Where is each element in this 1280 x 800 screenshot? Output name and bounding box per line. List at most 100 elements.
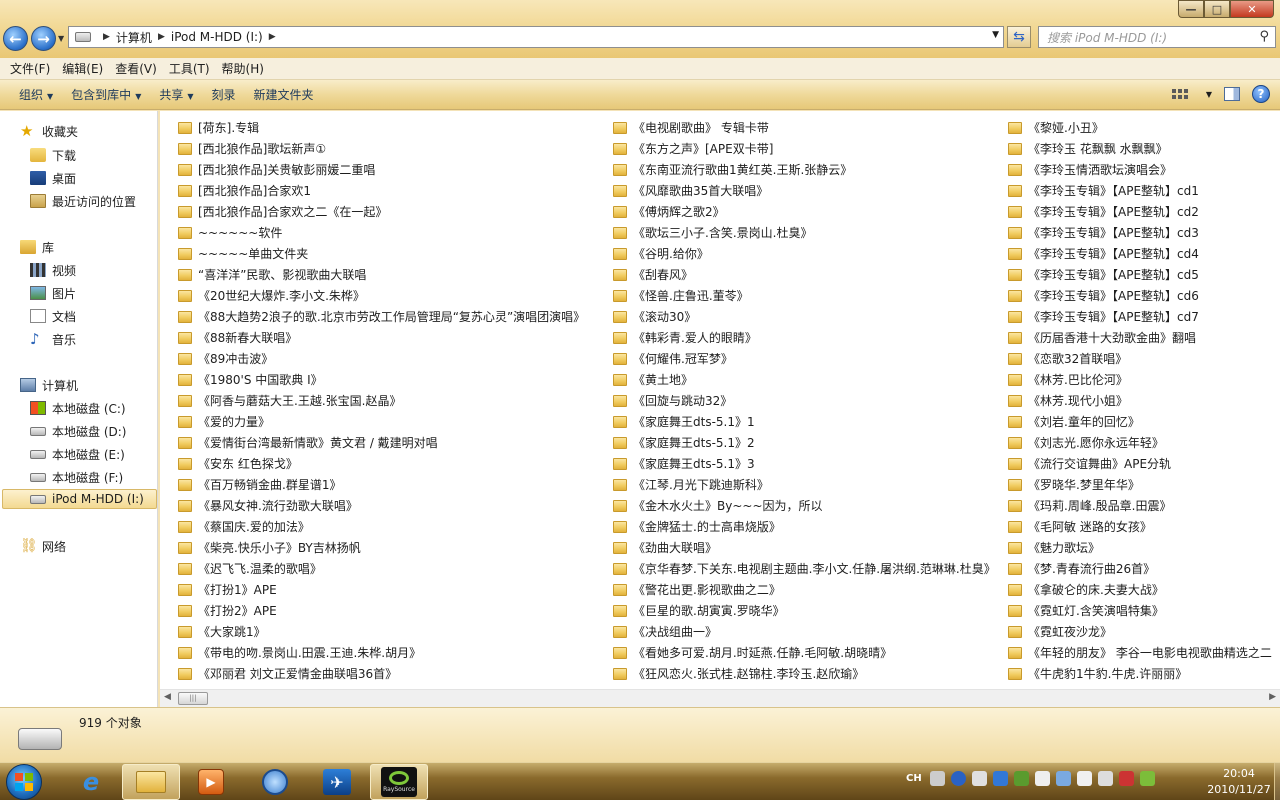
folder-item[interactable]: ~~~~~~软件 xyxy=(178,222,608,243)
pen-icon[interactable] xyxy=(971,771,987,786)
folder-item[interactable]: 《爱的力量》 xyxy=(178,411,608,432)
folder-item[interactable]: 《阿香与蘑菇大王.王越.张宝国.赵晶》 xyxy=(178,390,608,411)
change-view-icon[interactable] xyxy=(1171,85,1194,103)
folder-item[interactable]: 《李玲玉专辑》【APE整轨】cd1 xyxy=(1008,180,1280,201)
menu-help[interactable]: 帮助(H) xyxy=(216,60,270,77)
horizontal-scrollbar[interactable]: ◀ ||| ▶ xyxy=(160,689,1280,707)
breadcrumb-chevron-icon[interactable]: ▶ xyxy=(158,32,165,42)
folder-item[interactable]: 《大家跳1》 xyxy=(178,621,608,642)
folder-item[interactable]: 《魅力歌坛》 xyxy=(1008,537,1280,558)
folder-item[interactable]: 《罗晓华.梦里年华》 xyxy=(1008,474,1280,495)
folder-item[interactable]: 《家庭舞王dts-5.1》1 xyxy=(613,411,1003,432)
folder-item[interactable]: 《李玲玉情洒歌坛演唱会》 xyxy=(1008,159,1280,180)
address-dropdown-icon[interactable]: ▼ xyxy=(992,30,999,40)
folder-item[interactable]: 《88大趋势2浪子的歌.北京市劳改工作局管理局“复苏心灵”演唱团演唱》 xyxy=(178,306,608,327)
maximize-button[interactable]: □ xyxy=(1204,0,1230,18)
folder-item[interactable]: 《东方之声》[APE双卡带] xyxy=(613,138,1003,159)
folder-item[interactable]: 《韩彩青.爱人的眼睛》 xyxy=(613,327,1003,348)
close-button[interactable]: ✕ xyxy=(1230,0,1274,18)
nav-favorites[interactable]: ★ 收藏夹 xyxy=(20,121,78,141)
chevron-down-icon[interactable]: ▼ xyxy=(1206,90,1212,99)
taskbar-raysource-button[interactable]: RaySource xyxy=(370,764,428,800)
nav-pictures[interactable]: 图片 xyxy=(30,283,76,303)
taskbar-app-button[interactable]: ✈ xyxy=(308,764,366,800)
folder-item[interactable]: 《拿破仑的床.夫妻大战》 xyxy=(1008,579,1280,600)
organize-button[interactable]: 组织 ▼ xyxy=(10,86,62,103)
clock[interactable]: 20:04 2010/11/27 xyxy=(1204,766,1274,798)
breadcrumb-computer[interactable]: 计算机 xyxy=(116,29,152,46)
address-bar[interactable]: ▶ 计算机 ▶ iPod M-HDD (I:) ▶ ▼ xyxy=(68,26,1004,48)
folder-item[interactable]: 《89冲击波》 xyxy=(178,348,608,369)
help-icon[interactable] xyxy=(950,771,966,786)
folder-item[interactable]: 《劲曲大联唱》 xyxy=(613,537,1003,558)
breadcrumb-chevron-icon[interactable]: ▶ xyxy=(269,32,276,42)
nav-computer[interactable]: 计算机 xyxy=(20,375,78,395)
burn-button[interactable]: 刻录 xyxy=(203,86,245,103)
search-icon[interactable]: ⚲ xyxy=(1259,29,1269,44)
folder-item[interactable]: 《歌坛三小子.含笑.景岗山.杜臭》 xyxy=(613,222,1003,243)
preview-pane-icon[interactable] xyxy=(1224,87,1240,101)
folder-item[interactable]: 《20世纪大爆炸.李小文.朱桦》 xyxy=(178,285,608,306)
show-desktop-button[interactable] xyxy=(1274,763,1280,800)
help-icon[interactable]: ? xyxy=(1252,85,1270,103)
scroll-right-icon[interactable]: ▶ xyxy=(1269,692,1276,702)
folder-item[interactable]: 《年轻的朋友》 李谷一电影电视歌曲精选之二 xyxy=(1008,642,1280,663)
folder-item[interactable]: “喜洋洋”民歌、影视歌曲大联唱 xyxy=(178,264,608,285)
forward-button[interactable]: → xyxy=(31,26,56,51)
nav-drive-f[interactable]: 本地磁盘 (F:) xyxy=(30,467,123,487)
scroll-left-icon[interactable]: ◀ xyxy=(164,692,171,702)
folder-item[interactable]: [西北狼作品]合家欢1 xyxy=(178,180,608,201)
taskbar-installer-button[interactable] xyxy=(246,764,304,800)
folder-item[interactable]: 《李玲玉专辑》【APE整轨】cd3 xyxy=(1008,222,1280,243)
folder-item[interactable]: 《傅炳辉之歌2》 xyxy=(613,201,1003,222)
folder-item[interactable]: 《李玲玉专辑》【APE整轨】cd5 xyxy=(1008,264,1280,285)
folder-item[interactable]: 《决战组曲一》 xyxy=(613,621,1003,642)
nav-documents[interactable]: 文档 xyxy=(30,306,76,326)
nav-desktop[interactable]: 桌面 xyxy=(30,168,76,188)
nav-videos[interactable]: 视频 xyxy=(30,260,76,280)
folder-item[interactable]: 《电视剧歌曲》 专辑卡带 xyxy=(613,117,1003,138)
folder-item[interactable]: 《打扮2》APE xyxy=(178,600,608,621)
input-language-indicator[interactable]: CH xyxy=(906,773,922,784)
folder-item[interactable]: 《迟飞飞.温柔的歌唱》 xyxy=(178,558,608,579)
folder-item[interactable]: [西北狼作品]关贵敏彭丽媛二重唱 xyxy=(178,159,608,180)
recent-pages-dropdown[interactable]: ▼ xyxy=(58,34,64,43)
folder-item[interactable]: 《巨星的歌.胡寅寅.罗晓华》 xyxy=(613,600,1003,621)
folder-item[interactable]: [西北狼作品]歌坛新声① xyxy=(178,138,608,159)
folder-item[interactable]: 《玛莉.周峰.殷品章.田震》 xyxy=(1008,495,1280,516)
folder-item[interactable]: 《打扮1》APE xyxy=(178,579,608,600)
app-tray-icon[interactable] xyxy=(992,771,1008,786)
share-button[interactable]: 共享 ▼ xyxy=(150,86,202,103)
folder-item[interactable]: 《李玲玉 花飘飘 水飘飘》 xyxy=(1008,138,1280,159)
folder-item[interactable]: 《百万畅销金曲.群星谱1》 xyxy=(178,474,608,495)
folder-item[interactable]: 《李玲玉专辑》【APE整轨】cd2 xyxy=(1008,201,1280,222)
folder-item[interactable]: 《林芳.现代小姐》 xyxy=(1008,390,1280,411)
folder-item[interactable]: 《88新春大联唱》 xyxy=(178,327,608,348)
menu-file[interactable]: 文件(F) xyxy=(4,60,56,77)
folder-item[interactable]: 《霓虹夜沙龙》 xyxy=(1008,621,1280,642)
folder-item[interactable]: 《看她多可爱.胡月.时延燕.任静.毛阿敏.胡晓晴》 xyxy=(613,642,1003,663)
breadcrumb-chevron-icon[interactable]: ▶ xyxy=(103,32,110,42)
nav-music[interactable]: ♪ 音乐 xyxy=(30,329,76,349)
folder-item[interactable]: 《恋歌32首联唱》 xyxy=(1008,348,1280,369)
nav-recent-places[interactable]: 最近访问的位置 xyxy=(30,191,136,211)
flag-icon[interactable] xyxy=(1034,771,1050,786)
start-button[interactable] xyxy=(6,764,42,800)
nav-drive-e[interactable]: 本地磁盘 (E:) xyxy=(30,444,125,464)
folder-item[interactable]: 《金牌猛士.的士高串烧版》 xyxy=(613,516,1003,537)
network-tray-icon[interactable] xyxy=(1055,771,1071,786)
scroll-thumb[interactable]: ||| xyxy=(178,692,208,705)
folder-item[interactable]: 《何耀伟.冠军梦》 xyxy=(613,348,1003,369)
back-button[interactable]: ← xyxy=(3,26,28,51)
new-folder-button[interactable]: 新建文件夹 xyxy=(245,86,323,103)
folder-item[interactable]: 《邓丽君 刘文正爱情金曲联唱36首》 xyxy=(178,663,608,684)
folder-item[interactable]: 《李玲玉专辑》【APE整轨】cd4 xyxy=(1008,243,1280,264)
volume-muted-icon[interactable] xyxy=(1118,771,1134,786)
device-icon[interactable] xyxy=(1076,771,1092,786)
nav-drive-d[interactable]: 本地磁盘 (D:) xyxy=(30,421,126,441)
folder-item[interactable]: 《风靡歌曲35首大联唱》 xyxy=(613,180,1003,201)
folder-item[interactable]: 《梦.青春流行曲26首》 xyxy=(1008,558,1280,579)
folder-item[interactable]: 《滚动30》 xyxy=(613,306,1003,327)
folder-item[interactable]: 《东南亚流行歌曲1黄红英.王斯.张静云》 xyxy=(613,159,1003,180)
keyboard-icon[interactable] xyxy=(929,771,945,786)
